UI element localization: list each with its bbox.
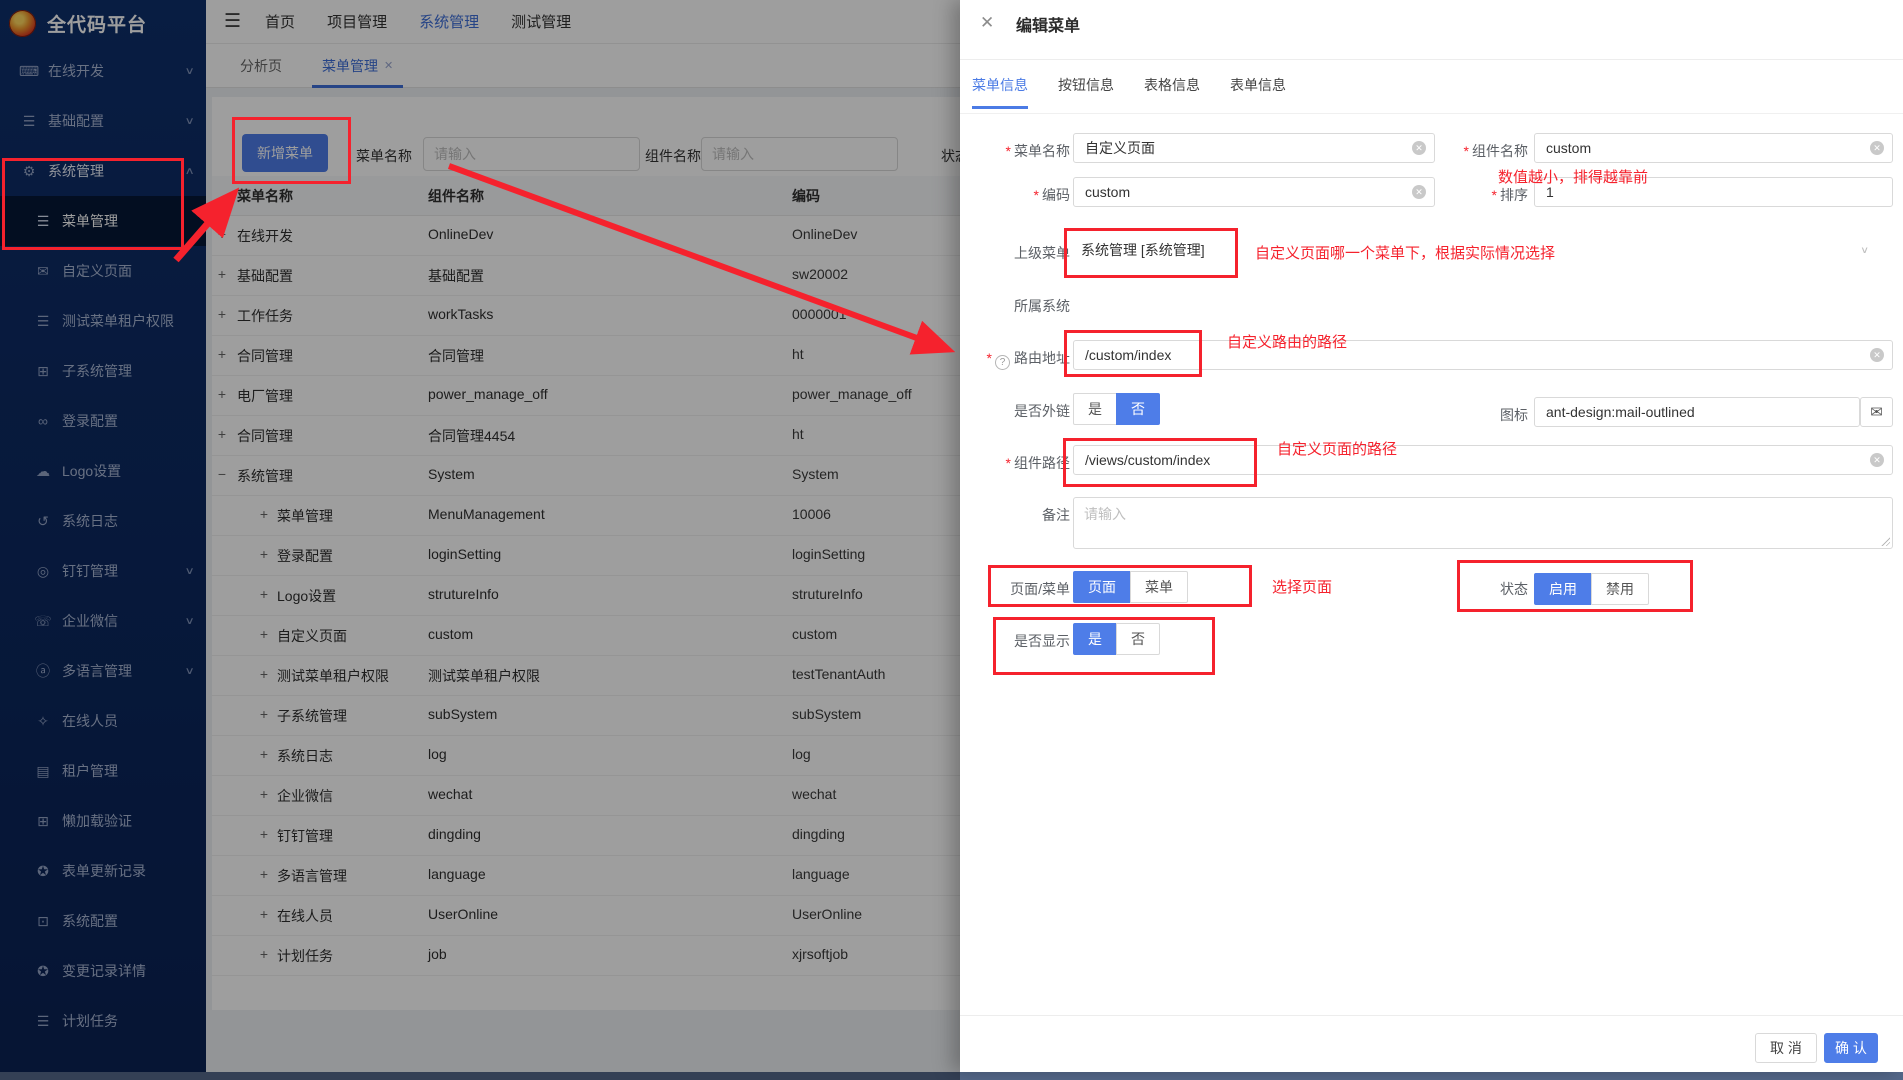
close-icon[interactable]: ✕ bbox=[980, 13, 994, 33]
question-circle-icon: ? bbox=[995, 355, 1010, 370]
component-name-input[interactable]: custom✕ bbox=[1534, 133, 1893, 163]
drawer-backdrop[interactable] bbox=[0, 0, 960, 1080]
visible-toggle: 是否 bbox=[1073, 623, 1160, 655]
icon-field-label: 图标 bbox=[1438, 405, 1528, 425]
parent-menu-label: 上级菜单 bbox=[980, 243, 1070, 263]
system-label: 所属系统 bbox=[980, 296, 1070, 316]
chevron-down-icon: ∨ bbox=[1860, 244, 1869, 255]
menu-name-input[interactable]: 自定义页面✕ bbox=[1073, 133, 1435, 163]
status-toggle: 启用禁用 bbox=[1534, 573, 1649, 605]
page-menu-label: 页面/菜单 bbox=[980, 579, 1070, 599]
page-menu-toggle-option[interactable]: 页面 bbox=[1073, 571, 1131, 603]
code-label: *编码 bbox=[980, 185, 1070, 205]
drawer-tabs: 菜单信息按钮信息表格信息表单信息 bbox=[972, 75, 1316, 109]
status-toggle-option[interactable]: 启用 bbox=[1534, 573, 1592, 605]
clear-icon[interactable]: ✕ bbox=[1412, 185, 1426, 199]
drawer-tab-menu-info[interactable]: 菜单信息 bbox=[972, 75, 1028, 109]
drawer-tab-button-info[interactable]: 按钮信息 bbox=[1058, 75, 1114, 109]
external-link-toggle-option[interactable]: 否 bbox=[1116, 393, 1160, 425]
page-menu-toggle-option[interactable]: 菜单 bbox=[1130, 571, 1188, 603]
external-link-toggle: 是否 bbox=[1073, 393, 1160, 425]
drawer-tab-form-info[interactable]: 表单信息 bbox=[1230, 75, 1286, 109]
route-label: *?路由地址 bbox=[962, 348, 1070, 370]
icon-picker-button[interactable]: ✉ bbox=[1860, 397, 1893, 427]
sort-input[interactable]: 1 bbox=[1534, 177, 1893, 207]
remark-label: 备注 bbox=[980, 505, 1070, 525]
visible-toggle-option[interactable]: 是 bbox=[1073, 623, 1117, 655]
status-toggle-option[interactable]: 禁用 bbox=[1591, 573, 1649, 605]
mail-icon: ✉ bbox=[1870, 403, 1883, 421]
parent-menu-select[interactable]: 系统管理 [系统管理] ∨ bbox=[1073, 228, 1893, 272]
clear-icon[interactable]: ✕ bbox=[1412, 141, 1426, 155]
component-path-label: *组件路径 bbox=[974, 453, 1070, 473]
annotation-page-hint: 选择页面 bbox=[1272, 576, 1332, 597]
visible-toggle-option[interactable]: 否 bbox=[1116, 623, 1160, 655]
drawer-tabs-divider bbox=[960, 113, 1903, 114]
status-label: 状态 bbox=[1438, 579, 1528, 599]
edit-menu-drawer: ✕ 编辑菜单 菜单信息按钮信息表格信息表单信息 *菜单名称 自定义页面✕ *组件… bbox=[960, 0, 1903, 1072]
drawer-tab-table-info[interactable]: 表格信息 bbox=[1144, 75, 1200, 109]
drawer-title: 编辑菜单 bbox=[1016, 12, 1080, 36]
app-root: ☰ 首页项目管理系统管理测试管理 分析页菜单管理✕ 新增菜单 菜单名称 组件名称… bbox=[0, 0, 1903, 1080]
component-path-input[interactable]: /views/custom/index✕ bbox=[1073, 445, 1893, 475]
drawer-footer-divider bbox=[960, 1015, 1903, 1016]
external-link-label: 是否外链 bbox=[980, 401, 1070, 421]
cancel-button[interactable]: 取 消 bbox=[1755, 1033, 1817, 1063]
remark-textarea[interactable] bbox=[1073, 497, 1893, 549]
external-link-toggle-option[interactable]: 是 bbox=[1073, 393, 1117, 425]
menu-name-label: *菜单名称 bbox=[980, 141, 1070, 161]
icon-input[interactable]: ant-design:mail-outlined bbox=[1534, 397, 1860, 427]
sort-label: *排序 bbox=[1438, 185, 1528, 205]
component-name-label: *组件名称 bbox=[1438, 141, 1528, 161]
code-input[interactable]: custom✕ bbox=[1073, 177, 1435, 207]
visible-label: 是否显示 bbox=[980, 631, 1070, 651]
page-menu-toggle: 页面菜单 bbox=[1073, 571, 1188, 603]
clear-icon[interactable]: ✕ bbox=[1870, 141, 1884, 155]
clear-icon[interactable]: ✕ bbox=[1870, 453, 1884, 467]
clear-icon[interactable]: ✕ bbox=[1870, 348, 1884, 362]
route-input[interactable]: /custom/index✕ bbox=[1073, 340, 1893, 370]
drawer-header-divider bbox=[960, 59, 1903, 60]
confirm-button[interactable]: 确 认 bbox=[1824, 1033, 1878, 1063]
